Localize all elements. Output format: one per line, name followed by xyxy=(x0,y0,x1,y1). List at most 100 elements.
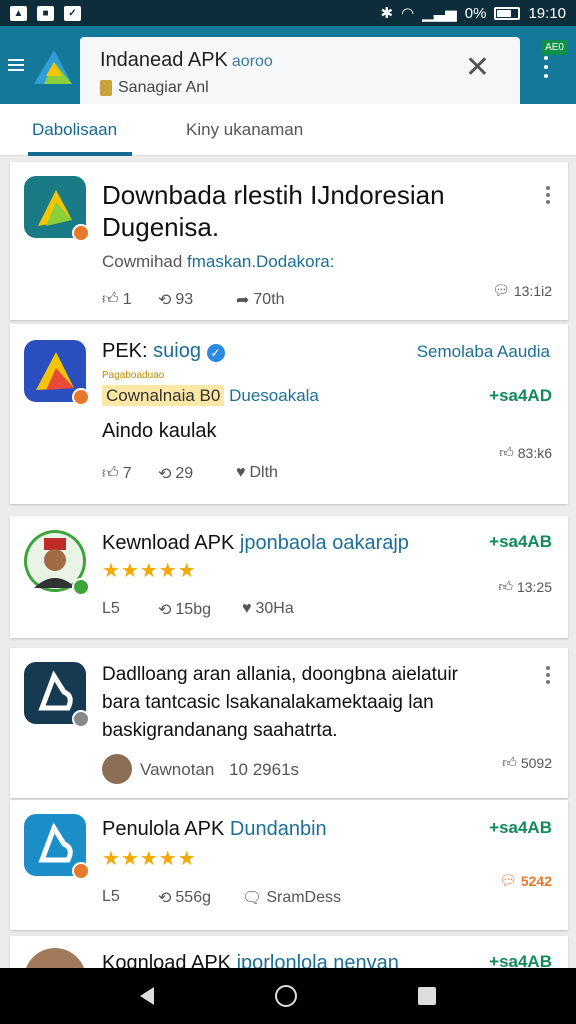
comment-stat[interactable]: 💬︎ 13:1i2 xyxy=(492,282,552,299)
like-count: L5 xyxy=(102,600,120,617)
author-avatar[interactable] xyxy=(102,754,132,784)
post-category[interactable]: Semolaba Aaudia xyxy=(417,342,550,362)
like-total: 5092 xyxy=(520,754,552,771)
header-badge: AE0 xyxy=(541,40,568,55)
verified-badge-icon xyxy=(72,578,90,596)
post-card[interactable]: PEK: suiog ✓ Semolaba Aaudia Pagaboaduao… xyxy=(10,324,568,504)
comment-icon: 💬︎ xyxy=(499,872,517,888)
post-title[interactable]: Kognload APK iporlonlola nenvan xyxy=(102,952,399,968)
post-green-label: +sa4AD xyxy=(489,386,552,405)
wifi-icon: ◠ xyxy=(401,5,415,22)
package-icon xyxy=(100,80,112,96)
search-title: Indanead APK aoroo xyxy=(100,49,273,72)
avatar[interactable] xyxy=(24,948,86,968)
verified-icon: ✓ xyxy=(206,344,225,362)
like-total-stat[interactable]: 👍︎ 5092 xyxy=(502,754,552,771)
post-chip-link[interactable]: Duesoakala xyxy=(229,386,319,405)
avatar[interactable] xyxy=(24,530,90,596)
app-icon[interactable] xyxy=(24,340,90,406)
speech-bubble-icon: 🗨︎ xyxy=(242,890,263,907)
battery-percent: 0% xyxy=(464,4,487,22)
post-link[interactable]: jponbaola oakarajp xyxy=(240,532,409,554)
author-handle: suiog xyxy=(153,340,201,362)
like-stat[interactable]: 👍︎ 7 xyxy=(102,464,132,483)
post-card[interactable]: Penulola APK Dundanbin +sa4AB ★★★★★ L5 ⟲… xyxy=(10,800,568,930)
share-arrow-icon: ➦ xyxy=(236,292,250,309)
app-icon[interactable] xyxy=(24,176,90,242)
post-chip[interactable]: Cownalnaia B0 xyxy=(102,385,225,406)
post-title[interactable]: Downbada rlestih IJndoresian xyxy=(102,180,445,211)
post-text-line3: baskigrandanang saahatrta. xyxy=(102,720,338,741)
repost-stat[interactable]: ⟲ 93 xyxy=(158,290,193,310)
post-text-line1: Dadlloang aran allania, doongbna aielatu… xyxy=(102,664,458,685)
post-overflow-icon[interactable] xyxy=(546,666,550,684)
repost-count: 15bg xyxy=(175,601,211,618)
thumb-up-outline-icon: 👍︎ xyxy=(502,754,517,770)
app-icon[interactable] xyxy=(24,814,90,880)
like-stat[interactable]: L5 xyxy=(102,600,120,618)
app-icon[interactable] xyxy=(24,662,90,728)
like-total-stat[interactable]: 👍︎ 13:25 xyxy=(498,578,552,595)
overflow-menu-icon[interactable] xyxy=(543,56,548,78)
post-card[interactable]: Dadlloang aran allania, doongbna aielatu… xyxy=(10,648,568,798)
like-count: 7 xyxy=(122,464,132,482)
app-logo-icon xyxy=(34,50,72,84)
post-author[interactable]: PEK: suiog ✓ xyxy=(102,340,225,363)
search-subtitle-text: Sanagiar Anl xyxy=(118,79,209,96)
repost-count: 93 xyxy=(175,291,194,308)
repost-stat[interactable]: ⟲ 556g xyxy=(158,888,211,908)
comment-stat[interactable]: 💬︎ 5242 xyxy=(499,872,552,889)
back-icon[interactable] xyxy=(140,987,155,1005)
like-stat[interactable]: 👍︎ 1 xyxy=(102,290,132,309)
post-link[interactable]: Dundanbin xyxy=(230,818,327,840)
share-stat[interactable]: ➦ 70th xyxy=(236,290,285,310)
heart-stat[interactable]: ♥ Dlth xyxy=(236,464,278,482)
post-card[interactable]: Kewnload APK jponbaola oakarajp +sa4AB ★… xyxy=(10,516,568,638)
feed[interactable]: Downbada rlestih IJndoresian Dugenisa. C… xyxy=(0,156,576,968)
system-nav-bar xyxy=(0,968,576,1024)
close-icon[interactable]: ✕ xyxy=(465,53,490,83)
post-chip-row: Cownalnaia B0 Duesoakala xyxy=(102,385,319,406)
author-name[interactable]: Vawnotan xyxy=(140,760,214,779)
home-icon[interactable] xyxy=(274,985,297,1007)
like-count: 1 xyxy=(122,290,132,308)
app-badge-icon xyxy=(72,862,90,880)
recents-icon[interactable] xyxy=(417,987,436,1005)
heart-count: 30Ha xyxy=(255,600,294,617)
search-card[interactable]: Indanead APK aoroo Sanagiar Anl ✕ xyxy=(80,37,520,104)
tab-other[interactable]: Kiny ukanaman xyxy=(186,120,303,140)
heart-icon: ♥ xyxy=(236,464,246,481)
app-badge-icon xyxy=(72,388,90,406)
repost-stat[interactable]: ⟲ 15bg xyxy=(158,600,211,620)
heart-stat[interactable]: ♥ 30Ha xyxy=(242,600,294,618)
post-subline: Cowmihad fmaskan.Dodakora: xyxy=(102,252,334,272)
post-title[interactable]: Penulola APK Dundanbin xyxy=(102,818,327,841)
post-title-line2[interactable]: Dugenisa. xyxy=(102,212,219,243)
post-tag: Pagaboaduao xyxy=(102,370,165,381)
repost-stat[interactable]: ⟲ 29 xyxy=(158,464,193,484)
signal-icon: ▁▃▅ xyxy=(422,5,457,22)
tab-bar: Dabolisaan Kiny ukanaman xyxy=(0,104,576,156)
post-title[interactable]: Kewnload APK jponbaola oakarajp xyxy=(102,532,409,555)
thumb-up-outline-icon: 👍︎ xyxy=(498,578,513,594)
post-link[interactable]: fmaskan.Dodakora: xyxy=(187,252,334,271)
speech-stat[interactable]: 🗨︎ SramDess xyxy=(242,888,341,908)
rating-stars: ★★★★★ xyxy=(102,560,197,582)
menu-icon[interactable] xyxy=(8,59,24,71)
comment-icon: 💬︎ xyxy=(492,282,510,298)
post-subline-text: Cowmihad xyxy=(102,252,183,271)
post-card[interactable]: Kognload APK iporlonlola nenvan +sa4AB xyxy=(10,936,568,968)
post-green-label: +sa4AB xyxy=(489,952,552,968)
tab-downloads[interactable]: Dabolisaan xyxy=(32,120,117,140)
post-link[interactable]: iporlonlola nenvan xyxy=(237,952,399,968)
post-date: 10 2961s xyxy=(229,760,300,779)
comment-count: 5242 xyxy=(520,872,552,889)
check-notification-icon: ✓ xyxy=(64,5,81,21)
rating-stars: ★★★★★ xyxy=(102,848,197,870)
post-card[interactable]: Downbada rlestih IJndoresian Dugenisa. C… xyxy=(10,162,568,320)
like-stat[interactable]: L5 xyxy=(102,888,120,906)
post-overflow-icon[interactable] xyxy=(546,186,550,204)
repost-icon: ⟲ xyxy=(158,890,172,907)
like-total-stat[interactable]: 👍︎ 83:k6 xyxy=(499,444,552,461)
thumb-icon: 👍︎ xyxy=(102,465,119,482)
